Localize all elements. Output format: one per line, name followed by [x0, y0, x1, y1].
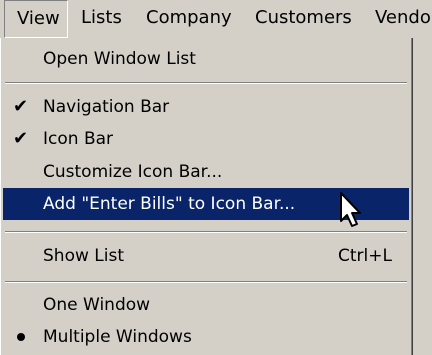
menu-item-customize-icon-bar[interactable]: Customize Icon Bar...	[3, 156, 409, 188]
menu-item-open-window-list[interactable]: Open Window List	[3, 43, 409, 75]
menu-item-one-window[interactable]: One Window	[3, 289, 409, 321]
checkmark-icon: ✔	[13, 96, 29, 117]
menu-item-navigation-bar[interactable]: ✔ Navigation Bar	[3, 91, 409, 123]
menu-bar: View Lists Company Customers Vendo	[0, 0, 432, 38]
menu-item-label: Navigation Bar	[43, 97, 170, 117]
menu-customers[interactable]: Customers	[255, 0, 352, 36]
menu-item-icon-bar[interactable]: ✔ Icon Bar	[3, 123, 409, 155]
menu-item-label: Add "Enter Bills" to Icon Bar...	[43, 194, 296, 214]
menu-company[interactable]: Company	[146, 0, 232, 36]
menu-lists[interactable]: Lists	[81, 0, 122, 36]
menu-item-label: Show List	[43, 246, 124, 266]
menu-item-multiple-windows[interactable]: Multiple Windows	[3, 321, 409, 353]
menu-item-label: Open Window List	[43, 49, 196, 69]
menu-item-label: Customize Icon Bar...	[43, 162, 223, 182]
menu-item-label: Multiple Windows	[43, 327, 192, 347]
menu-item-show-list[interactable]: Show List Ctrl+L	[3, 240, 409, 272]
shortcut-text: Ctrl+L	[338, 246, 392, 266]
checkmark-icon: ✔	[13, 128, 29, 149]
mouse-pointer-icon	[340, 192, 361, 227]
menu-view[interactable]: View	[4, 0, 68, 38]
menu-separator	[5, 231, 407, 233]
menu-separator	[5, 82, 407, 84]
radio-bullet-icon	[17, 333, 25, 341]
menu-item-label: One Window	[43, 295, 151, 315]
menu-separator	[5, 281, 407, 283]
menu-item-label: Icon Bar	[43, 129, 114, 149]
menu-vendors[interactable]: Vendo	[375, 0, 431, 36]
